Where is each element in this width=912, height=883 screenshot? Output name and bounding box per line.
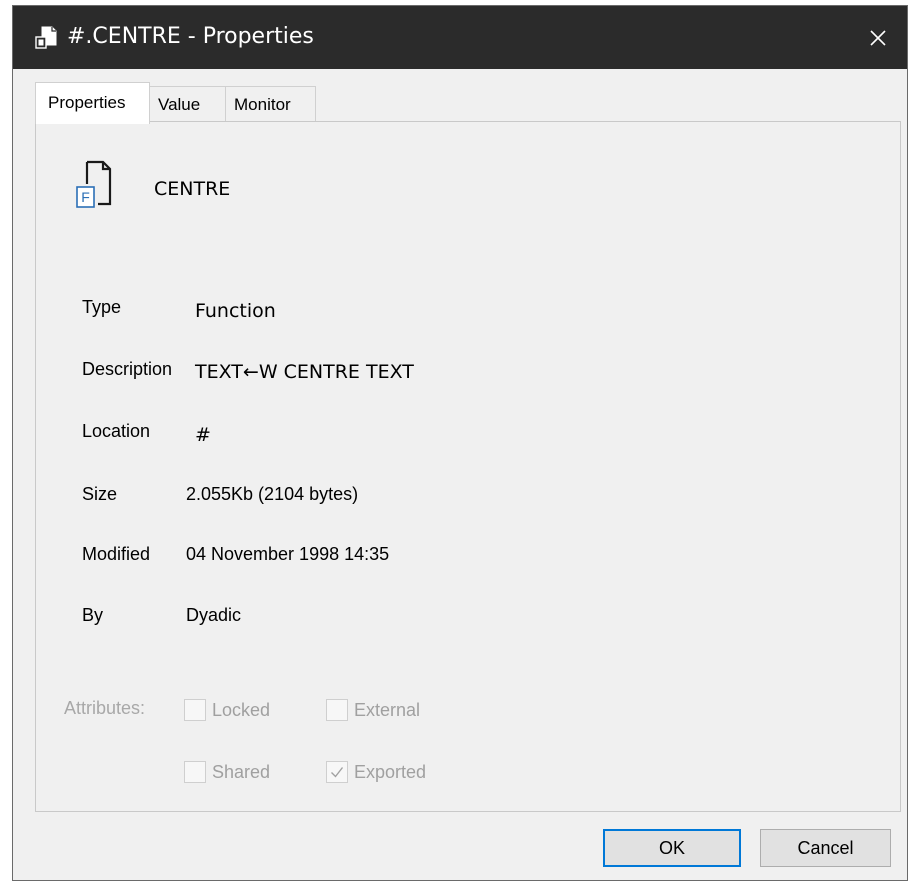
- external-checkbox-label: External: [354, 699, 421, 720]
- ok-button-label: OK: [658, 837, 685, 858]
- properties-dialog: #.CENTRE - Properties Properties Value M…: [12, 5, 908, 881]
- cancel-button[interactable]: Cancel: [760, 829, 891, 867]
- locked-checkbox-label: Locked: [212, 699, 271, 720]
- exported-checkbox-label: Exported: [354, 761, 427, 782]
- tab-properties-label: Properties: [48, 93, 126, 112]
- tab-value[interactable]: Value: [149, 86, 226, 121]
- shared-checkbox-box[interactable]: [184, 761, 206, 783]
- cancel-button-label: Cancel: [797, 837, 854, 858]
- description-value: TEXT←W CENTRE TEXT: [195, 361, 414, 383]
- modified-label: Modified: [82, 544, 151, 564]
- ok-button[interactable]: OK: [603, 829, 741, 867]
- external-checkbox-box[interactable]: [326, 699, 348, 721]
- function-file-icon: F: [76, 160, 112, 208]
- title-bar: #.CENTRE - Properties: [13, 6, 907, 69]
- type-label: Type: [82, 297, 122, 317]
- close-button[interactable]: [849, 6, 907, 69]
- shared-checkbox[interactable]: Shared: [184, 759, 270, 785]
- size-label: Size: [82, 484, 118, 504]
- function-file-icon: [35, 26, 57, 49]
- tab-monitor[interactable]: Monitor: [225, 86, 316, 121]
- type-value: Function: [195, 300, 276, 322]
- tab-value-label: Value: [158, 95, 201, 114]
- by-value: Dyadic: [186, 605, 242, 625]
- location-label: Location: [82, 421, 151, 441]
- icon-letter: F: [81, 189, 90, 205]
- exported-checkbox[interactable]: Exported: [326, 759, 426, 785]
- window-title: #.CENTRE - Properties: [67, 24, 314, 49]
- size-value: 2.055Kb (2104 bytes): [186, 484, 359, 504]
- attributes-label: Attributes:: [64, 698, 146, 718]
- modified-value: 04 November 1998 14:35: [186, 544, 390, 564]
- by-label: By: [82, 605, 104, 625]
- object-name: CENTRE: [154, 178, 231, 200]
- properties-panel: F CENTRE Type Function Description TEXT←…: [35, 121, 901, 812]
- tab-monitor-label: Monitor: [234, 95, 291, 114]
- tab-properties[interactable]: Properties: [35, 82, 150, 124]
- close-icon: [870, 29, 886, 46]
- exported-checkbox-box[interactable]: [326, 761, 348, 783]
- checkmark-icon: [331, 767, 344, 778]
- locked-checkbox-box[interactable]: [184, 699, 206, 721]
- locked-checkbox[interactable]: Locked: [184, 697, 270, 723]
- location-value: #: [195, 424, 211, 446]
- shared-checkbox-label: Shared: [212, 761, 271, 782]
- description-label: Description: [82, 359, 173, 379]
- external-checkbox[interactable]: External: [326, 697, 420, 723]
